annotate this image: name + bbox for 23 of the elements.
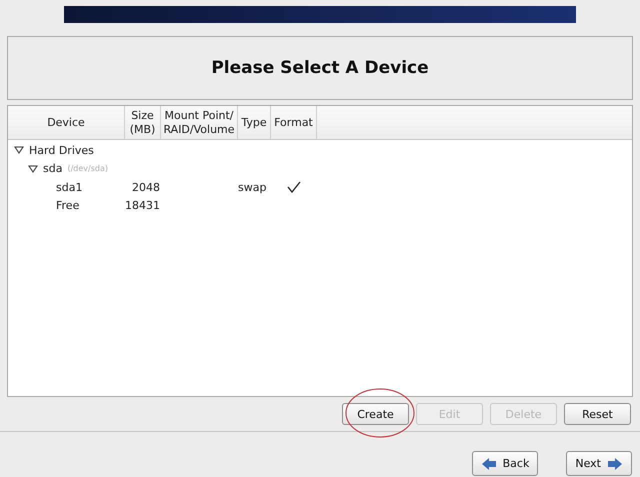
- right-arrow-icon: [607, 456, 623, 470]
- column-header[interactable]: Format: [271, 106, 317, 139]
- action-button[interactable]: Reset: [564, 403, 631, 425]
- column-header[interactable]: Device: [8, 106, 125, 139]
- expander-icon[interactable]: [28, 164, 38, 174]
- column-header[interactable]: Type: [238, 106, 271, 139]
- device-name: sda1: [56, 180, 82, 194]
- device-name: Hard Drives: [29, 144, 94, 157]
- device-path: (/dev/sda): [67, 164, 108, 174]
- page-title: Please Select A Device: [211, 58, 429, 78]
- device-name: sda: [43, 162, 62, 176]
- nav-button[interactable]: Next: [566, 451, 632, 476]
- size-cell: 18431: [125, 199, 160, 212]
- device-name: Free: [56, 199, 80, 212]
- nav-button[interactable]: Back: [472, 451, 538, 476]
- type-cell: swap: [238, 180, 266, 194]
- action-button[interactable]: Create: [342, 403, 409, 425]
- column-header[interactable]: Mount Point/ RAID/Volume: [161, 106, 238, 139]
- size-cell: 2048: [132, 180, 160, 194]
- highlight-circle: [344, 387, 416, 439]
- column-header[interactable]: Size (MB): [125, 106, 161, 139]
- expander-icon[interactable]: [14, 145, 24, 156]
- left-arrow-icon: [480, 456, 497, 470]
